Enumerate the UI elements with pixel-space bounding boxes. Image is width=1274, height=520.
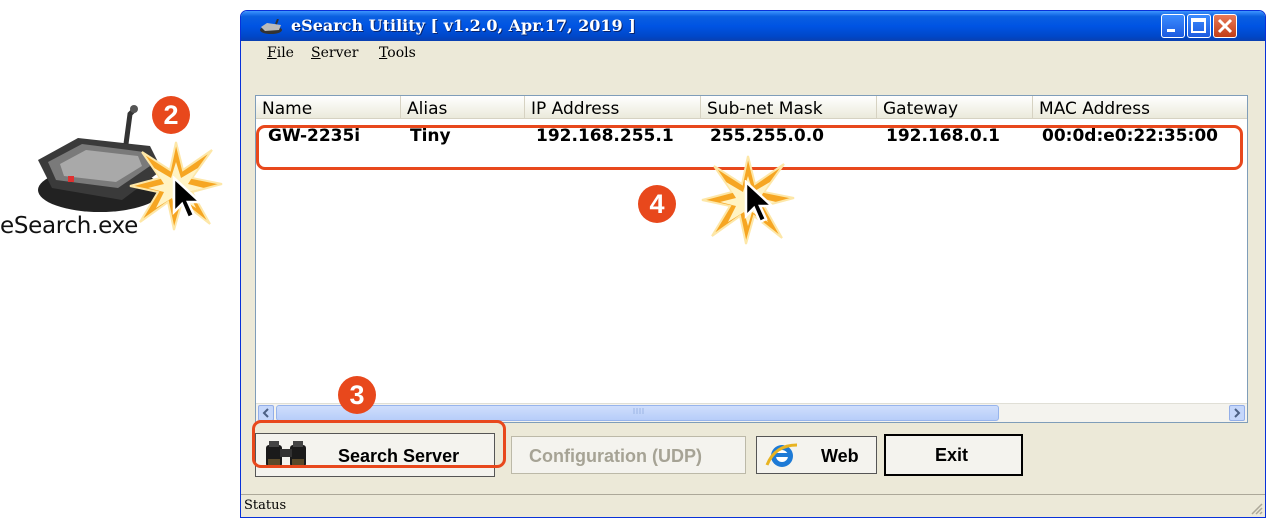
- configuration-label: Configuration (UDP): [529, 446, 702, 466]
- list-header: Name Alias IP Address Sub-net Mask Gatew…: [256, 96, 1247, 119]
- minimize-icon: [1167, 29, 1175, 32]
- app-icon: [260, 19, 282, 34]
- internet-explorer-icon: [765, 443, 798, 467]
- grip-icon: [633, 408, 643, 414]
- menu-server[interactable]: Server: [311, 45, 358, 61]
- configuration-udp-button[interactable]: Configuration (UDP): [511, 436, 746, 474]
- exit-label: Exit: [935, 445, 969, 465]
- close-button[interactable]: [1213, 14, 1237, 38]
- column-header-mac[interactable]: MAC Address: [1033, 96, 1247, 118]
- maximize-icon: [1191, 18, 1206, 33]
- chevron-right-icon: [1234, 408, 1241, 418]
- step-2-badge: 2: [152, 96, 190, 134]
- desktop-icon-label: eSearch.exe: [0, 213, 138, 239]
- scroll-thumb[interactable]: [276, 405, 999, 421]
- mouse-cursor-icon: [172, 176, 204, 220]
- column-header-ip[interactable]: IP Address: [525, 96, 701, 118]
- column-header-name[interactable]: Name: [256, 96, 401, 118]
- resize-grip-icon[interactable]: [1249, 501, 1263, 515]
- status-bar: Status: [241, 494, 1265, 517]
- step-3-badge: 3: [338, 376, 376, 414]
- search-button-highlight-box: [252, 420, 506, 468]
- status-text: Status: [244, 498, 287, 513]
- minimize-button[interactable]: [1161, 14, 1185, 38]
- menu-tools[interactable]: Tools: [379, 45, 416, 61]
- web-button[interactable]: Web: [756, 436, 877, 474]
- mouse-cursor-icon: [744, 180, 776, 224]
- exit-button[interactable]: Exit: [884, 434, 1023, 476]
- chevron-left-icon: [262, 408, 269, 418]
- scroll-left-button[interactable]: [258, 405, 274, 421]
- window-title: eSearch Utility [ v1.2.0, Apr.17, 2019 ]: [291, 16, 636, 35]
- column-header-gateway[interactable]: Gateway: [877, 96, 1033, 118]
- close-icon: [1217, 18, 1233, 34]
- scroll-right-button[interactable]: [1229, 405, 1245, 421]
- title-bar[interactable]: eSearch Utility [ v1.2.0, Apr.17, 2019 ]: [241, 11, 1265, 41]
- step-4-badge: 4: [638, 185, 676, 223]
- web-label: Web: [821, 446, 859, 466]
- menu-bar: File Server Tools: [241, 41, 1265, 65]
- menu-file[interactable]: File: [267, 45, 294, 61]
- column-header-alias[interactable]: Alias: [401, 96, 525, 118]
- column-header-mask[interactable]: Sub-net Mask: [701, 96, 877, 118]
- maximize-button[interactable]: [1187, 14, 1211, 38]
